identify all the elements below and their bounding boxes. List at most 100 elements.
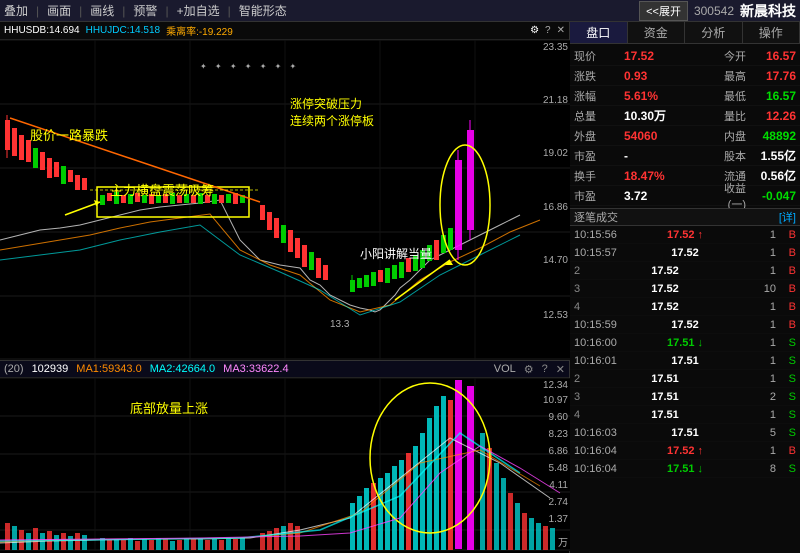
chart-info-bar: HHUSDB:14.694 HHUJDC:14.518 乘离率:-19.229 … [0, 22, 569, 40]
trade-price: 17.51 [594, 373, 736, 385]
quote-row: 总量 10.30万 量比 12.26 [570, 106, 800, 126]
trade-price: 17.52 ↑ [634, 445, 736, 457]
trade-row: 10:15:59 17.52 1 B [570, 316, 800, 334]
quote-value: - [624, 149, 706, 163]
price-label-4: 16.86 [543, 202, 568, 213]
trade-vol: 1 [736, 373, 776, 385]
toolbar-btn-overlay[interactable]: 叠加 [4, 2, 28, 19]
hhusjdc-label: HHUJDC:14.518 [86, 25, 160, 36]
quote-value2: 17.76 [746, 69, 796, 83]
vol-label-6: 5.48 [549, 463, 568, 474]
quote-value2: 16.57 [746, 49, 796, 63]
trade-flow-list[interactable]: 10:15:56 17.52 ↑ 1 B 10:15:57 17.52 1 B … [570, 226, 800, 553]
vol-label-5: 6.86 [549, 446, 568, 457]
toolbar-btn-smart[interactable]: 智能形态 [239, 2, 287, 19]
vol-label-7: 4.11 [549, 480, 568, 491]
trade-time: 10:15:57 [574, 247, 634, 259]
toolbar: 叠加 | 画面 | 画线 | 预警 | +加自选 | 智能形态 <<展开 300… [0, 0, 800, 22]
trade-vol: 2 [736, 391, 776, 403]
quote-label2: 内盘 [706, 128, 746, 144]
trade-vol: 1 [736, 319, 776, 331]
quote-row: 现价 17.52 今开 16.57 [570, 46, 800, 66]
quote-label2: 股本 [706, 148, 746, 164]
quote-data-grid: 现价 17.52 今开 16.57 涨跌 0.93 最高 17.76 涨幅 5.… [570, 44, 800, 208]
quote-value: 5.61% [624, 89, 706, 103]
trade-num: 3 [574, 391, 594, 403]
quote-label2: 最高 [706, 68, 746, 84]
quote-value2: -0.047 [746, 189, 796, 203]
vol-label-4: 8.23 [549, 429, 568, 440]
quote-row: 换手 18.47% 流通 0.56亿 [570, 166, 800, 186]
trade-type: S [776, 427, 796, 439]
main-candlestick-chart[interactable]: 23.35 21.18 19.02 16.86 14.70 12.53 股价一路… [0, 40, 570, 360]
quote-value2: 48892 [746, 129, 796, 143]
trade-row: 10:16:01 17.51 1 S [570, 352, 800, 370]
price-label-1: 23.35 [543, 42, 568, 53]
vol-settings-icon[interactable]: ⚙ [524, 363, 534, 376]
trade-price: 17.52 [594, 301, 736, 313]
quote-row: 外盘 54060 内盘 48892 [570, 126, 800, 146]
trade-type: B [776, 229, 796, 241]
ma4-label: MA3:33622.4 [223, 363, 288, 375]
trade-price: 17.52 [634, 247, 736, 259]
tab-capital[interactable]: 资金 [628, 22, 686, 43]
close-chart-icon[interactable]: ✕ [557, 25, 565, 36]
trade-time: 10:15:59 [574, 319, 634, 331]
quote-label: 市盈 [574, 188, 624, 204]
settings-icon[interactable]: ⚙ [530, 25, 539, 36]
trade-type: B [776, 283, 796, 295]
vol-unit-label: 万 [558, 534, 568, 549]
quote-label: 外盘 [574, 128, 624, 144]
trade-price: 17.51 ↓ [634, 463, 736, 475]
chart-area[interactable]: HHUSDB:14.694 HHUJDC:14.518 乘离率:-19.229 … [0, 22, 570, 553]
expand-button[interactable]: <<展开 [639, 1, 688, 21]
quote-row: 市盈 3.72 收益(一) -0.047 [570, 186, 800, 206]
trade-type: S [776, 373, 796, 385]
trade-vol: 8 [736, 463, 776, 475]
trade-type: S [776, 391, 796, 403]
ma3-label: MA2:42664.0 [150, 363, 215, 375]
trade-type: B [776, 445, 796, 457]
trade-vol: 1 [736, 229, 776, 241]
trade-flow-header: 逐笔成交 [详] [570, 208, 800, 226]
quote-row: 涨幅 5.61% 最低 16.57 [570, 86, 800, 106]
toolbar-btn-screen[interactable]: 画面 [47, 2, 71, 19]
trade-time: 10:16:03 [574, 427, 634, 439]
trade-row: 10:15:56 17.52 ↑ 1 B [570, 226, 800, 244]
trade-time: 10:16:01 [574, 355, 634, 367]
trade-price: 17.52 [634, 319, 736, 331]
trade-row: 2 17.52 1 B [570, 262, 800, 280]
toolbar-btn-add[interactable]: +加自选 [177, 2, 220, 19]
price-label-2: 21.18 [543, 95, 568, 106]
trade-vol: 1 [736, 301, 776, 313]
toolbar-btn-draw[interactable]: 画线 [90, 2, 114, 19]
price-label-5: 14.70 [543, 255, 568, 266]
vol-close-icon[interactable]: ✕ [556, 363, 565, 376]
trade-type: B [776, 247, 796, 259]
vol-question-icon[interactable]: ? [542, 363, 548, 375]
tab-analysis[interactable]: 分析 [685, 22, 743, 43]
quote-label: 总量 [574, 108, 624, 124]
vol-label-9: 1.37 [549, 514, 568, 525]
trade-num: 2 [574, 265, 594, 277]
volume-chart[interactable]: 12.34 10.97 9.60 8.23 6.86 5.48 4.11 2.7… [0, 378, 570, 551]
tab-pankou[interactable]: 盘口 [570, 22, 628, 43]
trade-type: S [776, 463, 796, 475]
vol-header: (20) 102939 MA1:59343.0 MA2:42664.0 MA3:… [0, 360, 569, 378]
quote-label2: 最低 [706, 88, 746, 104]
trade-vol: 1 [736, 445, 776, 457]
vol-label-1: 12.34 [543, 380, 568, 391]
trade-num: 4 [574, 409, 594, 421]
tab-operation[interactable]: 操作 [743, 22, 800, 43]
quote-label: 涨跌 [574, 68, 624, 84]
quote-label: 现价 [574, 48, 624, 64]
volume-svg [0, 378, 570, 551]
toolbar-right: <<展开 300542 新晨科技 [639, 1, 796, 21]
stock-code: 300542 [694, 4, 734, 18]
trade-flow-title: 逐笔成交 [574, 209, 618, 225]
trade-flow-detail-link[interactable]: [详] [779, 209, 796, 225]
toolbar-btn-alert[interactable]: 预警 [133, 2, 157, 19]
trade-type: S [776, 337, 796, 349]
question-icon[interactable]: ? [545, 25, 551, 36]
lilian-label: 乘离率:-19.229 [166, 23, 233, 38]
